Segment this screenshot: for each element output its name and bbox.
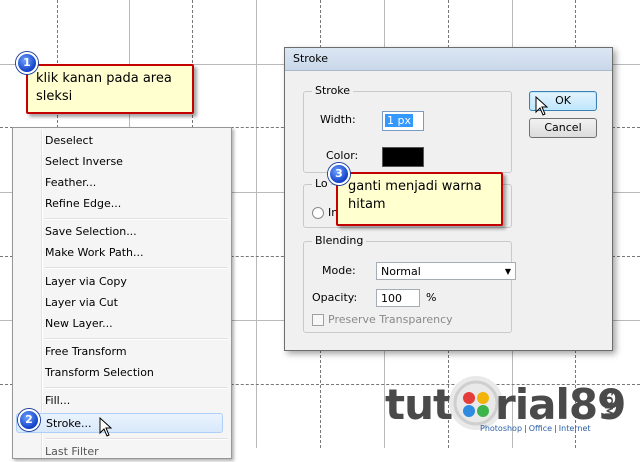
watermark-sub-internet: Internet xyxy=(558,424,591,433)
location-group-legend: Lo xyxy=(312,177,331,190)
menu-item-free-transform[interactable]: Free Transform xyxy=(45,342,127,362)
opacity-label: Opacity: xyxy=(312,291,358,304)
menu-item-last-filter[interactable]: Last Filter xyxy=(45,442,99,462)
color-swatch[interactable] xyxy=(382,147,424,167)
blending-group-legend: Blending xyxy=(312,234,367,247)
step1-badge: 1 xyxy=(16,52,38,74)
tutorial89-watermark: tut rial89 COM Photoshop | Office | Internet xyxy=(385,372,635,442)
step2-badge: 2 xyxy=(18,409,40,431)
grid-line xyxy=(256,0,257,448)
mouse-pointer-icon xyxy=(99,417,113,437)
opacity-input[interactable]: 100 xyxy=(376,289,420,307)
callout-step3-text: ganti menjadi warna hitam xyxy=(348,179,482,212)
watermark-brand-left: tut xyxy=(385,380,453,429)
watermark-sub-photoshop: Photoshop xyxy=(480,424,523,433)
menu-separator xyxy=(45,267,227,269)
blending-group: Blending Mode: Normal ▼ Opacity: 100 % P… xyxy=(303,234,516,333)
opacity-unit: % xyxy=(426,291,437,304)
menu-gutter xyxy=(41,130,43,458)
mode-value: Normal xyxy=(381,265,421,278)
step3-badge: 3 xyxy=(328,163,350,185)
context-menu: Deselect Select Inverse Feather... Refin… xyxy=(12,127,232,459)
watermark-sub-sep: | xyxy=(524,424,527,433)
callout-step3: ganti menjadi warna hitam xyxy=(336,172,503,226)
callout-step1: klik kanan pada area sleksi xyxy=(26,64,194,114)
stroke-group: Stroke Width: 1 px Color: xyxy=(303,84,512,173)
menu-item-fill[interactable]: Fill... xyxy=(45,391,70,411)
color-label: Color: xyxy=(326,149,359,162)
menu-separator xyxy=(45,218,227,220)
menu-item-layer-via-cut[interactable]: Layer via Cut xyxy=(45,293,118,313)
watermark-sub-office: Office xyxy=(528,424,553,433)
menu-item-deselect[interactable]: Deselect xyxy=(45,131,93,151)
dropdown-arrow-icon: ▼ xyxy=(504,267,511,276)
width-label: Width: xyxy=(320,113,356,126)
menu-item-make-work-path[interactable]: Make Work Path... xyxy=(45,243,143,263)
menu-separator xyxy=(45,338,227,340)
watermark-suffix: COM xyxy=(602,388,615,417)
menu-item-refine-edge[interactable]: Refine Edge... xyxy=(45,194,121,214)
stroke-group-legend: Stroke xyxy=(312,84,354,97)
menu-item-select-inverse[interactable]: Select Inverse xyxy=(45,152,123,172)
menu-item-stroke[interactable]: Stroke... xyxy=(16,413,223,433)
watermark-subtitle: Photoshop | Office | Internet xyxy=(480,424,591,433)
cancel-button[interactable]: Cancel xyxy=(529,118,597,138)
menu-item-transform-selection[interactable]: Transform Selection xyxy=(45,363,154,383)
dialog-title: Stroke xyxy=(285,48,612,71)
menu-item-feather[interactable]: Feather... xyxy=(45,173,96,193)
inside-radio[interactable] xyxy=(312,207,324,219)
menu-item-new-layer[interactable]: New Layer... xyxy=(45,314,113,334)
mode-label: Mode: xyxy=(322,264,356,277)
menu-separator xyxy=(45,387,227,389)
width-value: 1 px xyxy=(385,114,413,127)
watermark-sub-sep: | xyxy=(554,424,557,433)
preserve-transparency-label: Preserve Transparency xyxy=(328,313,453,326)
mouse-pointer-icon xyxy=(535,96,549,116)
preserve-transparency-checkbox[interactable] xyxy=(312,314,324,326)
menu-separator xyxy=(45,438,227,440)
callout-step1-text: klik kanan pada area sleksi xyxy=(36,71,172,104)
width-input[interactable]: 1 px xyxy=(382,111,424,131)
menu-item-layer-via-copy[interactable]: Layer via Copy xyxy=(45,272,127,292)
menu-item-save-selection[interactable]: Save Selection... xyxy=(45,222,137,242)
mode-select[interactable]: Normal ▼ xyxy=(376,262,516,280)
